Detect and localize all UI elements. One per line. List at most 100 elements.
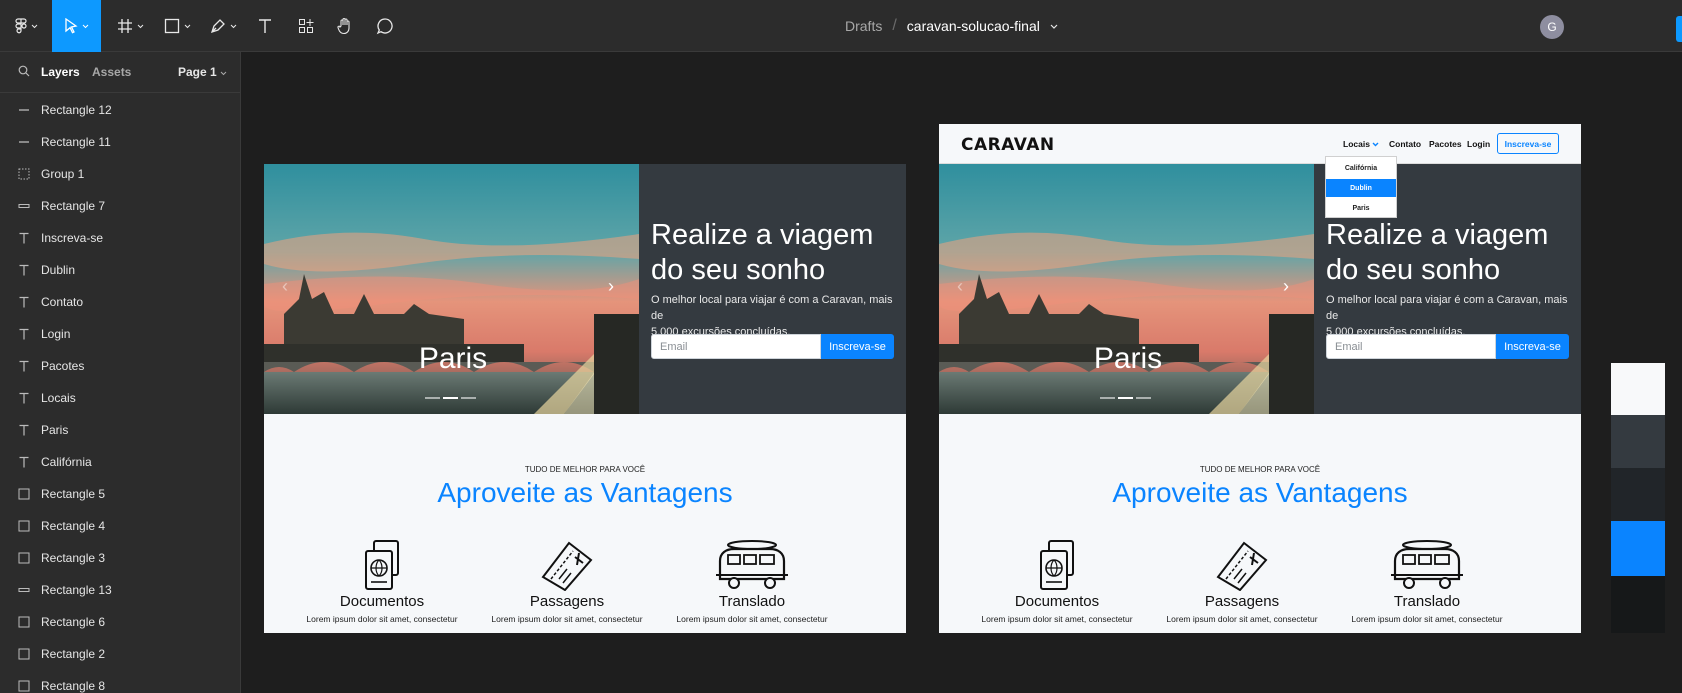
dropdown-item-dublin[interactable]: Dublin — [1326, 179, 1396, 197]
rect-icon — [18, 488, 30, 500]
nav-locais[interactable]: Locais — [1343, 139, 1379, 149]
share-button-edge[interactable] — [1676, 16, 1682, 42]
page-selector[interactable]: Page 1 — [178, 65, 227, 79]
layer-row[interactable]: Login — [0, 318, 240, 350]
layer-row[interactable]: Rectangle 11 — [0, 126, 240, 158]
rect-icon — [18, 616, 30, 628]
van-icon — [1391, 540, 1463, 589]
navbar: CARAVAN Locais Contato Pacotes Login Ins… — [939, 124, 1581, 164]
rect-icon — [18, 680, 30, 692]
carousel-indicators[interactable] — [425, 397, 476, 399]
chevron-down-icon — [1372, 142, 1379, 147]
layer-row[interactable]: Group 1 — [0, 158, 240, 190]
chevron-down-icon — [137, 24, 143, 28]
layer-row[interactable]: Rectangle 3 — [0, 542, 240, 574]
carousel-prev-arrow[interactable]: ‹ — [282, 276, 288, 297]
section-kicker: TUDO DE MELHOR PARA VOCÊ — [524, 465, 646, 474]
text-icon — [18, 424, 30, 436]
carousel-next-arrow[interactable]: › — [608, 276, 614, 297]
subscribe-button[interactable]: Inscreva-se — [821, 334, 894, 359]
layer-row[interactable]: Rectangle 5 — [0, 478, 240, 510]
color-swatch[interactable] — [1611, 415, 1665, 468]
dropdown-item-paris[interactable]: Paris — [1326, 199, 1396, 217]
avatar[interactable]: G — [1540, 15, 1564, 39]
feature-title: Documentos — [1014, 593, 1100, 610]
canvas[interactable]: ‹ › Paris Realize a viagem do seu sonho O… — [241, 52, 1682, 693]
dropdown-item-california[interactable]: Califórnia — [1326, 159, 1396, 177]
email-field[interactable]: Email — [651, 334, 821, 359]
layer-row[interactable]: Rectangle 8 — [0, 670, 240, 693]
brand-logo[interactable]: CARAVAN — [961, 135, 1055, 155]
feature-desc: Lorem ipsum dolor sit amet, consectetur — [491, 614, 643, 624]
design-frame-2[interactable]: CARAVAN Locais Contato Pacotes Login Ins… — [939, 124, 1581, 633]
layer-name: Dublin — [41, 263, 76, 277]
hero-title-line1: Realize a viagem — [651, 219, 874, 251]
color-swatch[interactable] — [1611, 363, 1665, 415]
feature-documentos: Documentos Lorem ipsum dolor sit amet, c… — [297, 539, 467, 624]
layer-name: Inscreva-se — [41, 231, 104, 245]
layer-row[interactable]: Dublin — [0, 254, 240, 286]
chevron-down-icon[interactable] — [1050, 24, 1058, 29]
hand-tool-button[interactable] — [332, 0, 358, 52]
layer-row[interactable]: Contato — [0, 286, 240, 318]
comment-tool-button[interactable] — [372, 0, 398, 52]
carousel-indicators[interactable] — [1100, 397, 1151, 399]
layer-row[interactable]: Locais — [0, 382, 240, 414]
carousel-next-arrow[interactable]: › — [1283, 276, 1289, 297]
pen-tool-button[interactable] — [203, 0, 243, 52]
color-swatch[interactable] — [1611, 521, 1665, 576]
nav-locais-label: Locais — [1343, 139, 1370, 149]
layer-row[interactable]: Rectangle 13 — [0, 574, 240, 606]
color-swatch[interactable] — [1611, 576, 1665, 633]
text-tool-button[interactable] — [252, 0, 278, 52]
van-icon — [716, 540, 788, 589]
layer-row[interactable]: Rectangle 7 — [0, 190, 240, 222]
layer-row[interactable]: Inscreva-se — [0, 222, 240, 254]
paris-photo — [264, 164, 639, 414]
subscribe-button[interactable]: Inscreva-se — [1496, 334, 1569, 359]
layer-row[interactable]: Rectangle 4 — [0, 510, 240, 542]
thin-rect-icon — [18, 200, 30, 212]
nav-pacotes[interactable]: Pacotes — [1429, 139, 1462, 149]
main-menu-button[interactable] — [8, 0, 44, 52]
breadcrumb-drafts[interactable]: Drafts — [845, 18, 882, 34]
tab-layers[interactable]: Layers — [41, 65, 80, 79]
tab-assets[interactable]: Assets — [92, 65, 131, 79]
layer-row[interactable]: Rectangle 6 — [0, 606, 240, 638]
email-field[interactable]: Email — [1326, 334, 1496, 359]
chevron-down-icon — [82, 24, 89, 28]
file-name[interactable]: caravan-solucao-final — [907, 18, 1040, 34]
indicator-1[interactable] — [1100, 397, 1115, 399]
line-icon — [18, 136, 30, 148]
layer-name: Rectangle 6 — [41, 615, 106, 629]
resources-button[interactable] — [293, 0, 319, 52]
design-frame-1[interactable]: ‹ › Paris Realize a viagem do seu sonho O… — [264, 164, 906, 633]
passport-icon — [365, 540, 399, 590]
search-icon[interactable] — [18, 65, 30, 77]
chevron-down-icon — [230, 24, 236, 28]
indicator-1[interactable] — [425, 397, 440, 399]
frame-tool-button[interactable] — [110, 0, 150, 52]
layer-name: Rectangle 4 — [41, 519, 106, 533]
carousel-caption: Paris — [1093, 342, 1163, 375]
layer-row[interactable]: Paris — [0, 414, 240, 446]
indicator-2[interactable] — [1118, 397, 1133, 399]
indicator-2[interactable] — [443, 397, 458, 399]
nav-contato[interactable]: Contato — [1389, 139, 1421, 149]
indicator-3[interactable] — [1136, 397, 1151, 399]
nav-subscribe-button[interactable]: Inscreva-se — [1497, 133, 1559, 154]
hand-icon — [337, 17, 350, 35]
layer-row[interactable]: Rectangle 12 — [0, 94, 240, 126]
shape-tool-button[interactable] — [157, 0, 197, 52]
layer-row[interactable]: Califórnia — [0, 446, 240, 478]
indicator-3[interactable] — [461, 397, 476, 399]
feature-desc: Lorem ipsum dolor sit amet, consectetur — [1351, 614, 1503, 624]
nav-login[interactable]: Login — [1467, 139, 1490, 149]
hero-subtitle-line1: O melhor local para viajar é com a Carav… — [651, 294, 893, 322]
move-tool-button[interactable] — [52, 0, 101, 52]
feature-passagens: Passagens Lorem ipsum dolor sit amet, co… — [1157, 539, 1327, 624]
layer-row[interactable]: Rectangle 2 — [0, 638, 240, 670]
carousel-prev-arrow[interactable]: ‹ — [957, 276, 963, 297]
layer-row[interactable]: Pacotes — [0, 350, 240, 382]
color-swatch[interactable] — [1611, 468, 1665, 521]
